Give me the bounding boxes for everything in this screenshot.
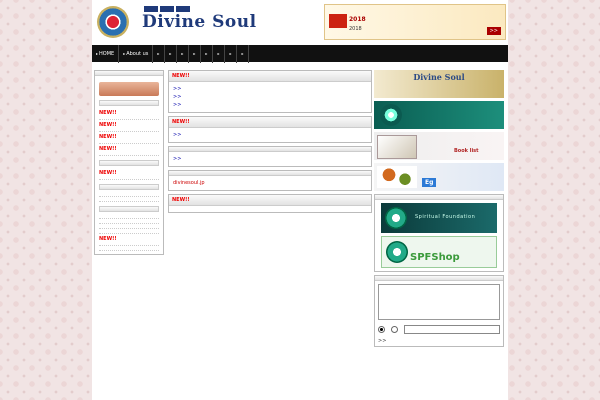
news-box-5-title: NEW!!: [169, 195, 371, 206]
left-section-title-1: [99, 100, 159, 106]
links-title: [375, 195, 503, 200]
banner-line-2: 2018: [349, 16, 366, 23]
news-box-3: >>: [168, 146, 372, 167]
book-list-banner[interactable]: Book list: [374, 132, 504, 160]
more-link[interactable]: >>: [173, 101, 367, 109]
left-link[interactable]: [99, 246, 159, 251]
school-banner[interactable]: 2018 2018 >>: [324, 4, 506, 40]
unsubscribe-radio[interactable]: [391, 326, 398, 333]
new-menu-banner[interactable]: Eg: [374, 163, 504, 191]
page-wrapper: Divine Soul 2018 2018 >> HOME About us: [92, 0, 508, 400]
left-link[interactable]: NEW!!: [99, 144, 159, 156]
mail-magazine-banner[interactable]: [378, 284, 500, 320]
nav-item-3[interactable]: [153, 44, 166, 63]
banner-details-button[interactable]: >>: [486, 27, 501, 35]
food-image: [377, 166, 417, 188]
nav-about[interactable]: About us: [119, 44, 154, 63]
left-section-title-4: [99, 206, 159, 212]
left-link[interactable]: NEW!!: [99, 234, 159, 246]
nav-item-4[interactable]: [165, 44, 178, 63]
more-link[interactable]: >>: [173, 85, 367, 93]
apply-banner[interactable]: [374, 101, 504, 129]
more-link[interactable]: >>: [173, 131, 367, 139]
left-sidebar: NEW!! NEW!! NEW!! NEW!! NEW!! NEW!!: [94, 70, 164, 258]
left-menu-box: NEW!! NEW!! NEW!! NEW!! NEW!! NEW!!: [94, 70, 164, 255]
news-box-1: NEW!! >> >> >>: [168, 70, 372, 113]
news-box-2-title: NEW!!: [169, 117, 371, 128]
left-link[interactable]: NEW!!: [99, 168, 159, 180]
banner-tag: [329, 14, 347, 28]
left-link[interactable]: NEW!!: [99, 108, 159, 120]
news-text: divinesoul.jp: [173, 180, 205, 186]
site-logo-text[interactable]: Divine Soul: [142, 12, 257, 32]
logo-emblem-icon[interactable]: [97, 6, 129, 38]
nav-item-9[interactable]: [225, 44, 238, 63]
nav-item-5[interactable]: [177, 44, 190, 63]
news-box-2: NEW!! >>: [168, 116, 372, 143]
nav-home[interactable]: HOME: [92, 44, 120, 63]
left-link[interactable]: NEW!!: [99, 132, 159, 144]
left-section-title-2: [99, 160, 159, 166]
left-link[interactable]: [99, 197, 159, 202]
left-section-title-3: [99, 184, 159, 190]
main-content: NEW!! >> >> >> NEW!! >> >> divinesoul.jp…: [168, 70, 372, 216]
header: Divine Soul 2018 2018 >>: [92, 0, 508, 44]
shop-emblem-icon: [386, 241, 408, 263]
lotus-icon: [380, 104, 402, 126]
email-input[interactable]: [404, 325, 500, 334]
news-box-5: NEW!!: [168, 194, 372, 213]
main-nav: HOME About us: [92, 44, 508, 63]
news-box-4: divinesoul.jp: [168, 170, 372, 191]
nav-item-10[interactable]: [237, 44, 250, 63]
links-box: Spiritual Foundation SPFShop: [374, 194, 504, 272]
spf-shop-banner[interactable]: SPFShop: [381, 236, 497, 268]
mail-magazine-title: [375, 276, 503, 281]
banner-line-3: 2018: [349, 26, 362, 32]
nav-item-8[interactable]: [213, 44, 226, 63]
more-link[interactable]: >>: [173, 155, 367, 163]
foundation-emblem-icon: [385, 207, 407, 229]
nav-item-6[interactable]: [189, 44, 202, 63]
nav-item-7[interactable]: [201, 44, 214, 63]
healing-goods-banner[interactable]: Divine Soul: [374, 70, 504, 98]
spiritual-foundation-banner[interactable]: Spiritual Foundation: [381, 203, 497, 233]
mail-more-link[interactable]: >>: [378, 338, 386, 344]
subscribe-radio[interactable]: [378, 326, 385, 333]
book-image: [377, 135, 417, 159]
menu-list-button[interactable]: [99, 82, 159, 96]
news-box-1-title: NEW!!: [169, 71, 371, 82]
more-link[interactable]: >>: [173, 93, 367, 101]
left-link[interactable]: NEW!!: [99, 120, 159, 132]
subscribe-form: [375, 323, 503, 336]
mail-magazine-box: >>: [374, 275, 504, 347]
right-sidebar: Divine Soul Book list Eg Spiritual Found…: [374, 70, 504, 350]
